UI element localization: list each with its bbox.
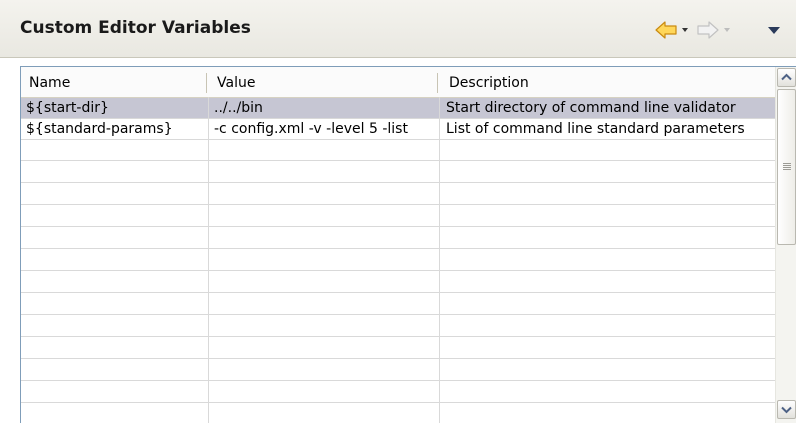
cell-name: ${standard-params} bbox=[26, 121, 173, 137]
view-menu-icon bbox=[768, 27, 780, 34]
thumb-grip bbox=[783, 165, 791, 166]
table-row[interactable]: ${standard-params} -c config.xml -v -lev… bbox=[21, 119, 775, 140]
back-dropdown-icon[interactable] bbox=[682, 28, 688, 32]
view-title: Custom Editor Variables bbox=[20, 18, 251, 38]
empty-row bbox=[21, 360, 775, 381]
empty-row bbox=[21, 272, 775, 293]
view-header: Custom Editor Variables bbox=[0, 0, 796, 58]
cell-value: ../../bin bbox=[214, 100, 263, 116]
forward-button[interactable] bbox=[696, 19, 732, 41]
scroll-down-arrow-icon bbox=[781, 406, 792, 414]
column-divider[interactable] bbox=[206, 73, 207, 93]
table-row[interactable]: ${start-dir} ../../bin Start directory o… bbox=[21, 98, 775, 119]
cell-value: -c config.xml -v -level 5 -list bbox=[214, 121, 408, 137]
column-grid-line bbox=[439, 97, 440, 423]
empty-row bbox=[21, 338, 775, 359]
empty-row bbox=[21, 206, 775, 227]
empty-row bbox=[21, 250, 775, 271]
scroll-up-arrow-icon bbox=[781, 73, 792, 81]
column-header-description[interactable]: Description bbox=[449, 67, 529, 97]
empty-row bbox=[21, 140, 775, 161]
empty-row bbox=[21, 316, 775, 337]
cell-description: List of command line standard parameters bbox=[446, 121, 745, 137]
column-divider[interactable] bbox=[437, 73, 438, 93]
thumb-grip bbox=[783, 169, 791, 170]
back-button[interactable] bbox=[654, 19, 690, 41]
empty-row bbox=[21, 404, 775, 423]
scroll-up-button[interactable] bbox=[777, 68, 796, 87]
back-arrow-icon bbox=[655, 21, 677, 39]
forward-dropdown-icon[interactable] bbox=[724, 28, 730, 32]
empty-row bbox=[21, 228, 775, 249]
vertical-scrollbar[interactable] bbox=[775, 67, 796, 423]
thumb-grip bbox=[783, 163, 791, 164]
empty-row bbox=[21, 184, 775, 205]
empty-row bbox=[21, 294, 775, 315]
cell-description: Start directory of command line validato… bbox=[446, 100, 736, 116]
column-header-name[interactable]: Name bbox=[29, 67, 70, 97]
scroll-thumb[interactable] bbox=[777, 89, 796, 245]
scroll-down-button[interactable] bbox=[777, 400, 796, 419]
view-menu-button[interactable] bbox=[765, 19, 783, 41]
empty-row bbox=[21, 162, 775, 183]
column-grid-line bbox=[208, 97, 209, 423]
variables-table[interactable]: Name Value Description ${start-dir} ../.… bbox=[20, 66, 796, 423]
empty-row bbox=[21, 382, 775, 403]
forward-arrow-icon bbox=[697, 21, 719, 39]
table-header: Name Value Description bbox=[21, 67, 775, 98]
thumb-grip bbox=[783, 167, 791, 168]
column-header-value[interactable]: Value bbox=[217, 67, 255, 97]
cell-name: ${start-dir} bbox=[26, 100, 109, 116]
